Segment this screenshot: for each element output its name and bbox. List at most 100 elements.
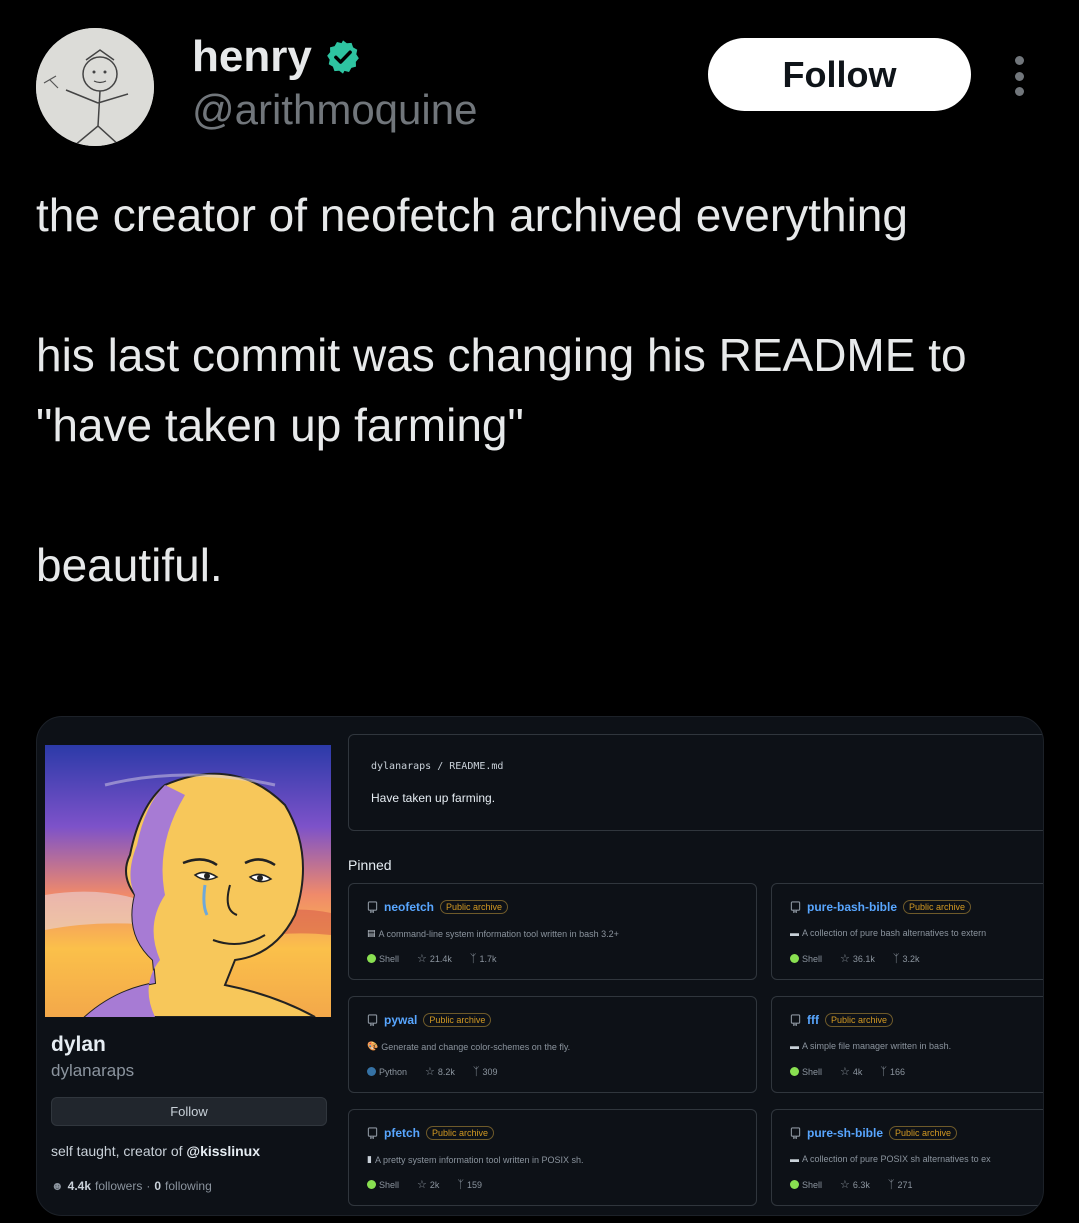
followers-count: 4.4k <box>67 1179 91 1193</box>
pinned-repo-card: pure-sh-bible Public archive ▬ A collection… <box>771 1109 1043 1206</box>
star-icon: ☆ <box>840 953 850 965</box>
star-icon: ☆ <box>425 1066 435 1078</box>
star-icon: ☆ <box>840 1066 850 1078</box>
repo-forks: ᛉ 159 <box>457 1179 482 1191</box>
tweet-text: the creator of neofetch archived everyth… <box>36 180 1046 600</box>
fork-icon: ᛉ <box>880 1065 888 1078</box>
author-name-text[interactable]: henry <box>192 32 312 82</box>
repo-language-name: Python <box>379 1066 408 1077</box>
language-dot-icon <box>790 1067 799 1076</box>
repo-icon <box>367 901 378 913</box>
following-label: following <box>165 1179 212 1193</box>
repo-forks-count: 159 <box>467 1179 483 1190</box>
stats-separator: · <box>146 1179 151 1193</box>
followers-label: followers <box>95 1179 143 1193</box>
repo-forks-count: 1.7k <box>479 953 497 964</box>
fork-icon: ᛉ <box>887 1178 895 1191</box>
repo-stars: ☆ 4k <box>840 1065 862 1078</box>
repo-title-row: pure-sh-bible Public archive <box>790 1126 958 1140</box>
repo-meta: Shell ☆ 6.3k ᛉ 271 <box>790 1178 925 1191</box>
repo-title-row: neofetch Public archive <box>367 900 509 914</box>
repo-meta: Shell ☆ 36.1k ᛉ 3.2k <box>790 952 932 965</box>
repo-forks-count: 309 <box>482 1066 498 1077</box>
fork-icon: ᛉ <box>892 952 900 965</box>
repo-description: A collection of pure bash alternatives t… <box>802 928 987 938</box>
language-dot-icon <box>790 954 799 963</box>
fork-icon: ᛉ <box>457 1178 465 1191</box>
repo-language: Shell <box>367 1180 399 1190</box>
repo-description-row: ▬ A collection of pure bash alternatives … <box>790 928 986 938</box>
repo-forks: ᛉ 1.7k <box>470 953 497 965</box>
repo-forks: ᛉ 166 <box>880 1066 905 1078</box>
more-dot <box>1014 87 1024 96</box>
repo-language: Shell <box>790 1067 822 1077</box>
repo-stars-count: 8.2k <box>437 1066 455 1077</box>
repo-description-row: ▤ A command-line system information tool … <box>367 928 619 939</box>
repo-name: pure-bash-bible <box>807 900 898 914</box>
repo-language: Shell <box>790 954 822 964</box>
fork-icon: ᛉ <box>472 1065 480 1078</box>
repo-description: A pretty system information tool written… <box>374 1154 584 1165</box>
repo-description: Generate and change color-schemes on the… <box>381 1041 571 1052</box>
github-bio-mention: @kisslinux <box>186 1143 260 1159</box>
tweet-paragraph: beautiful. <box>36 539 223 591</box>
repo-archive-badge: Public archive <box>889 1126 958 1140</box>
description-emoji-icon: 🎨 <box>367 1041 379 1051</box>
repo-description-row: ▮ A pretty system information tool writte… <box>367 1154 584 1165</box>
repo-title-row: pywal Public archive <box>367 1013 492 1027</box>
star-icon: ☆ <box>417 953 427 965</box>
repo-description: A simple file manager written in bash. <box>802 1041 952 1051</box>
repo-archive-badge: Public archive <box>825 1013 894 1027</box>
repo-language: Shell <box>367 954 399 964</box>
repo-stars: ☆ 36.1k <box>840 952 875 965</box>
description-emoji-icon: ▬ <box>790 1154 799 1164</box>
following-count: 0 <box>154 1179 162 1193</box>
description-emoji-icon: ▬ <box>790 928 799 938</box>
repo-meta: Python ☆ 8.2k ᛉ 309 <box>367 1065 510 1078</box>
repo-description: A command-line system information tool w… <box>378 928 619 939</box>
repo-title-row: pure-bash-bible Public archive <box>790 900 972 914</box>
pinned-repo-card: pywal Public archive 🎨 Generate and change … <box>348 996 757 1093</box>
repo-description-row: ▬ A collection of pure POSIX sh alternati… <box>790 1154 991 1164</box>
repo-stars: ☆ 6.3k <box>840 1178 870 1191</box>
star-icon: ☆ <box>417 1179 427 1191</box>
repo-forks: ᛉ 309 <box>473 1066 498 1078</box>
repo-language-name: Shell <box>802 1066 823 1077</box>
repo-meta: Shell ☆ 21.4k ᛉ 1.7k <box>367 952 509 965</box>
verified-badge-icon <box>326 40 359 74</box>
follow-button[interactable]: Follow <box>708 38 971 111</box>
repo-stars-count: 2k <box>429 1179 440 1190</box>
repo-forks-count: 3.2k <box>902 953 920 964</box>
repo-name: neofetch <box>384 900 435 914</box>
repo-title-row: pfetch Public archive <box>367 1126 495 1140</box>
github-bio: self taught, creator of @kisslinux <box>51 1143 260 1159</box>
pinned-repo-card: fff Public archive ▬ A simple file manager … <box>771 996 1043 1093</box>
tweet-media-image[interactable]: dylan dylanaraps Follow self taught, cre… <box>36 716 1044 1216</box>
author-handle[interactable]: @arithmoquine <box>192 86 477 134</box>
description-emoji-icon: ▬ <box>790 1041 799 1051</box>
language-dot-icon <box>367 954 376 963</box>
tweet-paragraph: his last commit was changing his README … <box>36 329 967 451</box>
language-dot-icon <box>367 1067 376 1076</box>
pinned-repo-card: neofetch Public archive ▤ A command-line sy… <box>348 883 757 980</box>
repo-language-name: Shell <box>379 1179 400 1190</box>
description-emoji-icon: ▤ <box>367 928 376 938</box>
star-icon: ☆ <box>840 1179 850 1191</box>
pinned-repo-card: pfetch Public archive ▮ A pretty system inf… <box>348 1109 757 1206</box>
repo-archive-badge: Public archive <box>440 900 509 914</box>
repo-icon <box>367 1127 378 1139</box>
fork-icon: ᛉ <box>469 952 477 965</box>
tweet-paragraph: the creator of neofetch archived everyth… <box>36 189 908 241</box>
repo-description-row: ▬ A simple file manager written in bash. <box>790 1041 951 1051</box>
github-follow-button: Follow <box>51 1097 327 1126</box>
language-dot-icon <box>790 1180 799 1189</box>
repo-language: Shell <box>790 1180 822 1190</box>
repo-name: pfetch <box>384 1126 420 1140</box>
github-username: dylanaraps <box>51 1061 135 1080</box>
author-name[interactable]: henry <box>192 32 362 82</box>
author-avatar[interactable] <box>36 28 154 146</box>
repo-description-row: 🎨 Generate and change color-schemes on th… <box>367 1041 570 1052</box>
language-dot-icon <box>367 1180 376 1189</box>
more-options-icon[interactable] <box>1010 56 1028 96</box>
repo-language-name: Shell <box>379 953 400 964</box>
